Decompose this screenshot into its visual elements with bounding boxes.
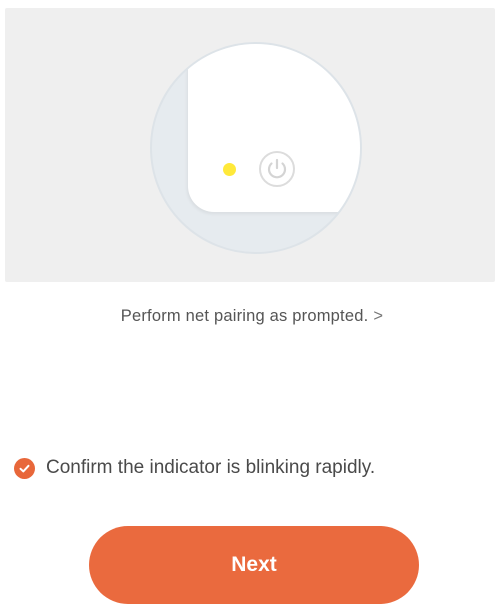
confirm-checkbox[interactable]: Confirm the indicator is blinking rapidl… (14, 457, 375, 479)
device-illustration (5, 8, 495, 282)
device-body (188, 44, 360, 212)
next-button[interactable]: Next (89, 526, 419, 604)
indicator-led (223, 163, 236, 176)
check-circle-icon (14, 457, 35, 479)
pairing-page: Perform net pairing as prompted. > Confir… (0, 0, 504, 612)
pairing-guide-text: Perform net pairing as prompted. (120, 307, 369, 325)
zoom-circle (150, 42, 362, 254)
power-icon (258, 150, 296, 188)
chevron-right-icon: > (373, 307, 384, 325)
confirm-label: Confirm the indicator is blinking rapidl… (46, 457, 376, 478)
pairing-guide-link[interactable]: Perform net pairing as prompted. > (0, 307, 504, 326)
